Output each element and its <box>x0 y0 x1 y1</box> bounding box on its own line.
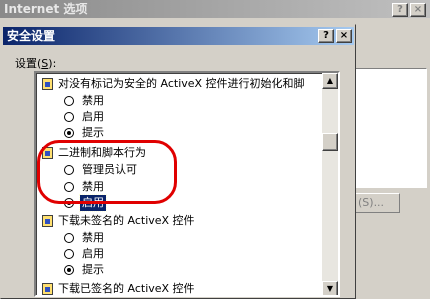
category-label: 二进制和脚本行为 <box>58 146 146 159</box>
settings-label-post: ): <box>48 57 57 70</box>
radio-button[interactable] <box>64 182 74 192</box>
outer-panel <box>355 68 427 188</box>
outer-custom-level-button[interactable]: (S)... <box>355 193 400 213</box>
dialog-title: 安全设置 <box>7 29 56 43</box>
radio-button[interactable] <box>64 112 74 122</box>
settings-category-icon <box>42 78 53 90</box>
dialog-close-button[interactable]: × <box>336 29 352 43</box>
category-label: 下载未签名的 ActiveX 控件 <box>58 214 195 227</box>
option-label: 管理员认可 <box>82 163 137 176</box>
settings-label: 设置(S): <box>15 55 56 71</box>
settings-tree-list[interactable]: 对没有标记为安全的 ActiveX 控件进行初始化和脚 禁用 启用 提示 二进制… <box>34 71 340 297</box>
radio-button[interactable] <box>64 165 74 175</box>
option-label: 提示 <box>82 263 104 276</box>
outer-close-button[interactable]: × <box>410 3 426 17</box>
radio-button[interactable] <box>64 249 74 259</box>
radio-button[interactable] <box>64 96 74 106</box>
settings-category-icon <box>42 283 53 295</box>
radio-button[interactable] <box>64 233 74 243</box>
option-label: 提示 <box>82 126 104 139</box>
dialog-title-bar: 安全设置 <box>3 27 354 45</box>
radio-button-selected[interactable] <box>64 128 74 138</box>
outer-title-text: Internet 选项 <box>4 2 88 16</box>
security-settings-dialog: 安全设置 ? × 设置(S): 对没有标记为安全的 ActiveX 控件进行初始… <box>0 24 356 299</box>
radio-button-selected[interactable] <box>64 198 74 208</box>
category-label: 对没有标记为安全的 ActiveX 控件进行初始化和脚 <box>58 77 305 90</box>
vertical-scrollbar[interactable]: ▲ ▼ <box>322 73 338 295</box>
radio-button-selected[interactable] <box>64 265 74 275</box>
settings-label-pre: 设置( <box>15 57 42 70</box>
outer-help-button[interactable]: ? <box>392 3 408 17</box>
outer-window-title: Internet 选项 <box>0 0 430 18</box>
settings-category-icon <box>42 147 53 159</box>
option-label: 启用 <box>82 247 104 260</box>
scroll-up-button[interactable]: ▲ <box>322 73 338 89</box>
dialog-help-button[interactable]: ? <box>318 29 334 43</box>
option-label: 禁用 <box>82 231 104 244</box>
scrollbar-thumb[interactable] <box>322 133 338 151</box>
category-label: 下载已签名的 ActiveX 控件 <box>58 282 195 295</box>
scroll-down-button[interactable]: ▼ <box>322 281 338 295</box>
option-label: 禁用 <box>82 94 104 107</box>
option-label: 启用 <box>82 110 104 123</box>
settings-category-icon <box>42 215 53 227</box>
settings-list-content: 对没有标记为安全的 ActiveX 控件进行初始化和脚 禁用 启用 提示 二进制… <box>36 73 322 295</box>
option-label: 禁用 <box>82 180 104 193</box>
option-label-selected: 启用 <box>79 194 107 212</box>
